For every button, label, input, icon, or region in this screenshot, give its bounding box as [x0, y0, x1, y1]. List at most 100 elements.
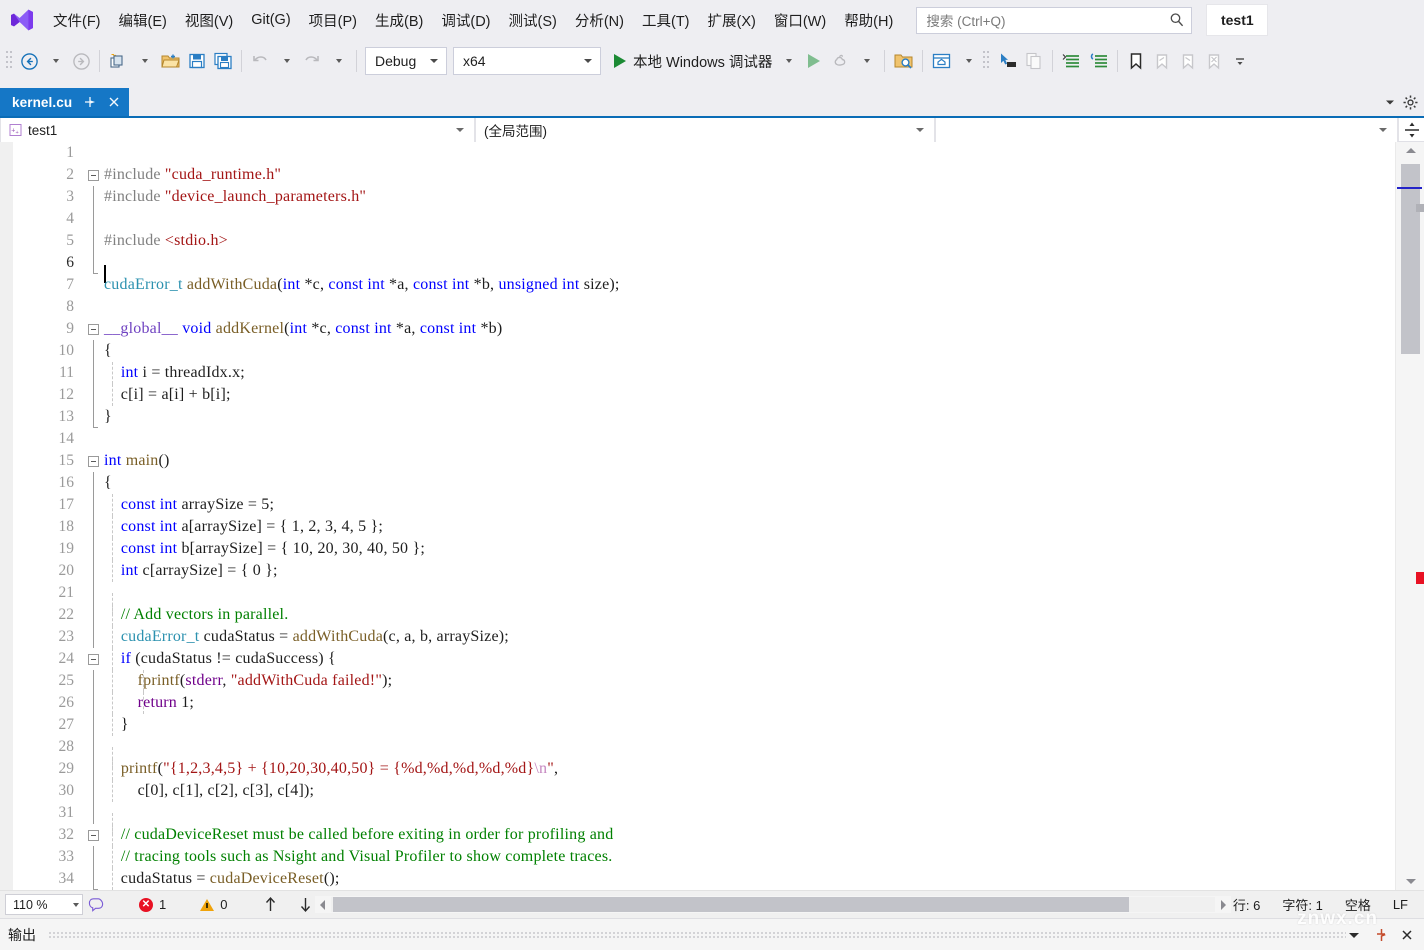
- code-line-row[interactable]: 24 if (cudaStatus != cudaSuccess) {: [20, 648, 1395, 670]
- editor-indicator-margin[interactable]: [0, 142, 13, 890]
- code-line-row[interactable]: 9 __global__ void addKernel(int *c, const…: [20, 318, 1395, 340]
- code-line-row[interactable]: 21: [20, 582, 1395, 615]
- code-line-row[interactable]: 30 c[0], c[1], c[2], c[3], c[4]);: [20, 780, 1395, 802]
- configuration-combo[interactable]: Debug: [365, 47, 447, 75]
- code-text[interactable]: #include "cuda_runtime.h": [104, 164, 1395, 186]
- code-line-row[interactable]: 12 c[i] = a[i] + b[i];: [20, 384, 1395, 406]
- code-text[interactable]: c[0], c[1], c[2], c[3], c[4]);: [104, 780, 1395, 802]
- code-text[interactable]: }: [104, 714, 1395, 736]
- code-text[interactable]: const int a[arraySize] = { 1, 2, 3, 4, 5…: [104, 516, 1395, 538]
- code-line-row[interactable]: 33 // tracing tools such as Nsight and V…: [20, 846, 1395, 868]
- code-line-row[interactable]: 18 const int a[arraySize] = { 1, 2, 3, 4…: [20, 516, 1395, 538]
- new-item-icon[interactable]: [105, 46, 131, 76]
- intellisense-icon[interactable]: [83, 896, 109, 913]
- code-text[interactable]: int c[arraySize] = { 0 };: [104, 560, 1395, 582]
- vertical-scrollbar[interactable]: [1395, 142, 1424, 890]
- previous-bookmark-icon[interactable]: [1149, 46, 1175, 76]
- error-marker[interactable]: [1416, 572, 1424, 584]
- hot-reload-icon[interactable]: [827, 46, 853, 76]
- code-text[interactable]: // cudaDeviceReset must be called before…: [104, 824, 1395, 846]
- navigate-back-dropdown[interactable]: [42, 46, 68, 76]
- code-text[interactable]: #include <stdio.h>: [104, 230, 1395, 252]
- menu-item-0[interactable]: 文件(F): [44, 6, 110, 35]
- code-line-row[interactable]: 8: [20, 296, 1395, 318]
- hot-reload-dropdown[interactable]: [853, 46, 879, 76]
- code-text[interactable]: return 1;: [104, 692, 1395, 714]
- home-window-dropdown[interactable]: [955, 46, 981, 76]
- pin-icon[interactable]: [1374, 927, 1388, 943]
- code-line-row[interactable]: 26 return 1;: [20, 692, 1395, 714]
- menu-item-8[interactable]: 分析(N): [566, 6, 633, 35]
- code-text[interactable]: #include "device_launch_parameters.h": [104, 186, 1395, 208]
- menu-item-7[interactable]: 测试(S): [500, 6, 566, 35]
- code-line-row[interactable]: 14: [20, 428, 1395, 450]
- warning-count-item[interactable]: 0: [200, 897, 227, 912]
- code-line-row[interactable]: 4: [20, 208, 1395, 230]
- fold-collapse-icon[interactable]: [82, 450, 104, 472]
- zoom-combo[interactable]: 110 %: [5, 894, 83, 915]
- horizontal-scrollbar-track[interactable]: [331, 897, 1215, 912]
- code-text[interactable]: __global__ void addKernel(int *c, const …: [104, 318, 1395, 340]
- error-count-item[interactable]: ✕ 1: [139, 897, 166, 912]
- tab-kernel-cu[interactable]: kernel.cu: [0, 88, 130, 116]
- horizontal-scrollbar[interactable]: [315, 896, 1231, 913]
- account-chip[interactable]: test1: [1206, 4, 1269, 36]
- code-line-row[interactable]: 16 {: [20, 472, 1395, 494]
- code-line-row[interactable]: 11 int i = threadIdx.x;: [20, 362, 1395, 384]
- code-line-row[interactable]: 6: [20, 252, 1395, 283]
- split-editor-icon[interactable]: [1398, 118, 1424, 141]
- fold-collapse-icon[interactable]: [82, 648, 104, 670]
- home-window-icon[interactable]: [928, 46, 955, 76]
- navigate-back-icon[interactable]: [16, 46, 42, 76]
- menu-item-6[interactable]: 调试(D): [432, 6, 499, 35]
- code-text[interactable]: int i = threadIdx.x;: [104, 362, 1395, 384]
- run-target-label[interactable]: 本地 Windows 调试器: [633, 51, 772, 72]
- code-text[interactable]: cudaError_t addWithCuda(int *c, const in…: [104, 274, 1395, 296]
- chevron-down-icon[interactable]: [1346, 928, 1362, 942]
- comment-selection-icon[interactable]: [1058, 46, 1085, 76]
- menu-item-3[interactable]: Git(G): [242, 8, 299, 32]
- run-target-dropdown[interactable]: [775, 46, 801, 76]
- code-text[interactable]: cudaStatus = cudaDeviceReset();: [104, 868, 1395, 890]
- code-editor[interactable]: 1 2 #include "cuda_runtime.h" 3 #include "de…: [0, 142, 1424, 890]
- code-text[interactable]: printf("{1,2,3,4,5} + {10,20,30,40,50} =…: [104, 758, 1395, 780]
- scroll-right-arrow[interactable]: [1215, 899, 1231, 911]
- gear-icon[interactable]: [1402, 94, 1419, 111]
- fold-collapse-icon[interactable]: [82, 824, 104, 846]
- new-item-dropdown[interactable]: [131, 46, 157, 76]
- scroll-left-arrow[interactable]: [315, 899, 331, 911]
- code-text[interactable]: fprintf(stderr, "addWithCuda failed!");: [104, 670, 1395, 692]
- scroll-up-arrow[interactable]: [1396, 142, 1424, 160]
- redo-icon[interactable]: [299, 46, 325, 76]
- code-lines-container[interactable]: 1 2 #include "cuda_runtime.h" 3 #include "de…: [20, 142, 1395, 890]
- code-line-row[interactable]: 32 // cudaDeviceReset must be called bef…: [20, 824, 1395, 846]
- code-line-row[interactable]: 17 const int arraySize = 5;: [20, 494, 1395, 516]
- menu-item-5[interactable]: 生成(B): [366, 6, 432, 35]
- undo-icon[interactable]: [247, 46, 273, 76]
- redo-dropdown[interactable]: [325, 46, 351, 76]
- start-without-debugging-icon[interactable]: [801, 46, 827, 76]
- project-combo[interactable]: + + test1: [0, 118, 475, 142]
- code-line-row[interactable]: 34 cudaStatus = cudaDeviceReset();: [20, 868, 1395, 890]
- line-ending-indicator[interactable]: LF: [1393, 897, 1408, 912]
- horizontal-scrollbar-thumb[interactable]: [333, 897, 1130, 912]
- copy-icon[interactable]: [1021, 46, 1047, 76]
- code-text[interactable]: {: [104, 472, 1395, 494]
- search-input[interactable]: 搜索 (Ctrl+Q): [916, 6, 1193, 34]
- member-combo[interactable]: [935, 118, 1398, 142]
- fold-collapse-icon[interactable]: [82, 164, 104, 186]
- code-line-row[interactable]: 1: [20, 142, 1395, 164]
- code-text[interactable]: cudaError_t cudaStatus = addWithCuda(c, …: [104, 626, 1395, 648]
- menu-item-9[interactable]: 工具(T): [633, 6, 699, 35]
- code-line-row[interactable]: 2 #include "cuda_runtime.h": [20, 164, 1395, 186]
- save-all-icon[interactable]: [210, 46, 236, 76]
- menu-item-10[interactable]: 扩展(X): [699, 6, 765, 35]
- code-text[interactable]: int main(): [104, 450, 1395, 472]
- insert-mode-indicator[interactable]: 空格: [1345, 895, 1371, 914]
- next-error-icon[interactable]: [298, 896, 313, 913]
- undo-dropdown[interactable]: [273, 46, 299, 76]
- code-text[interactable]: const int b[arraySize] = { 10, 20, 30, 4…: [104, 538, 1395, 560]
- code-line-row[interactable]: 20 int c[arraySize] = { 0 };: [20, 560, 1395, 582]
- next-bookmark-icon[interactable]: [1175, 46, 1201, 76]
- save-icon[interactable]: [184, 46, 210, 76]
